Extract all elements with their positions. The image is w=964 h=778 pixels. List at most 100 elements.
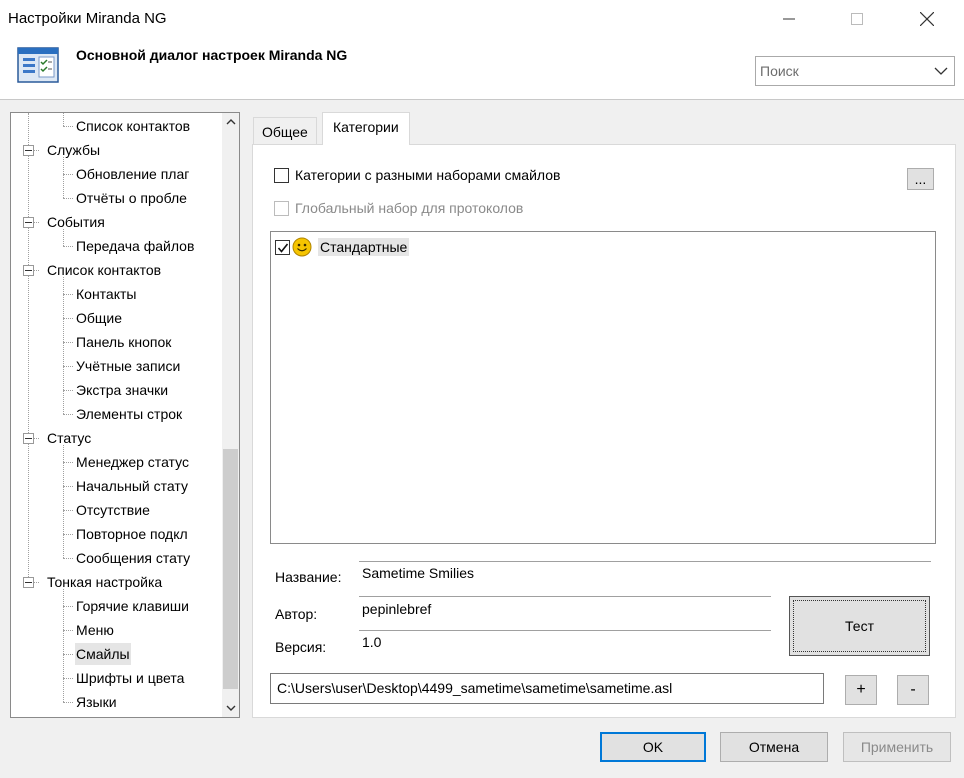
search-combobox[interactable]: [755, 56, 955, 86]
diff-sets-label: Категории с разными наборами смайлов: [295, 167, 561, 183]
tree-item-label: Панель кнопок: [76, 334, 172, 350]
list-item[interactable]: Стандартные: [275, 236, 410, 258]
window-title: Настройки Miranda NG: [8, 10, 167, 27]
tree-item-label: Менеджер статус: [76, 454, 189, 470]
tree-item-label: Список контактов: [76, 118, 191, 134]
tree-branch-line: [63, 445, 64, 558]
options-tree[interactable]: Список контактов Службы Обновление плаг Отч…: [10, 112, 240, 718]
minimize-button[interactable]: [766, 0, 812, 38]
collapse-icon[interactable]: [23, 577, 34, 588]
list-item-label: Стандартные: [318, 238, 410, 256]
version-label: Версия:: [275, 639, 327, 655]
tree-item-label: Сообщения стату: [76, 550, 191, 566]
name-field[interactable]: Sametime Smilies: [359, 561, 931, 585]
tab-categories[interactable]: Категории: [322, 112, 410, 145]
tree-branch-line: [63, 277, 64, 414]
tree-connector: [63, 366, 73, 367]
tree-connector: [63, 318, 73, 319]
collapse-icon[interactable]: [23, 145, 34, 156]
tree-item-label: Языки: [76, 694, 117, 710]
tree-item-label: Начальный стату: [76, 478, 188, 494]
scroll-thumb[interactable]: [223, 449, 238, 689]
tree-connector: [34, 438, 39, 439]
more-button[interactable]: ...: [907, 168, 934, 190]
tree-item-label: Шрифты и цвета: [76, 670, 185, 686]
tree-scrollbar[interactable]: [222, 113, 239, 717]
tree-connector: [63, 414, 73, 415]
tree-connector: [63, 702, 73, 703]
tree-connector: [63, 126, 73, 127]
tree-connector: [34, 270, 39, 271]
tree-branch-line: [63, 157, 64, 198]
author-label: Автор:: [275, 606, 318, 622]
tree-connector: [63, 630, 73, 631]
tree-connector: [63, 246, 73, 247]
tree-item-label: Учётные записи: [76, 358, 181, 374]
tree-connector: [63, 342, 73, 343]
tree-connector: [63, 678, 73, 679]
tree-item-label: Службы: [47, 142, 101, 158]
tree-item-label: Общие: [76, 310, 123, 326]
name-value: Sametime Smilies: [362, 565, 475, 581]
tree-connector: [34, 582, 39, 583]
tree-branch-line: [63, 229, 64, 246]
tree-item-label: Контакты: [76, 286, 137, 302]
tree-connector: [63, 486, 73, 487]
chevron-down-icon: [226, 705, 235, 711]
name-label: Название:: [275, 569, 342, 585]
cancel-button[interactable]: Отмена: [720, 732, 828, 762]
tree-item-label: Смайлы: [75, 643, 131, 665]
tree-connector: [63, 462, 73, 463]
tree-connector: [63, 606, 73, 607]
smiley-category-list[interactable]: Стандартные: [270, 231, 936, 544]
tree-connector: [63, 654, 73, 655]
options-dialog-icon: [16, 44, 60, 84]
tree-connector: [63, 174, 73, 175]
tree-item-label: Горячие клавиши: [76, 598, 189, 614]
tree-item-label: События: [47, 214, 105, 230]
tree-item-label: Обновление плаг: [76, 166, 190, 182]
collapse-icon[interactable]: [23, 217, 34, 228]
tree-item-label: Передача файлов: [76, 238, 195, 254]
checkmark-icon: [277, 243, 289, 253]
search-input[interactable]: [760, 61, 920, 81]
minimize-icon: [783, 18, 795, 20]
tree-trunk-line: [28, 113, 29, 583]
maximize-button[interactable]: [834, 0, 880, 38]
collapse-icon[interactable]: [23, 265, 34, 276]
diff-sets-checkbox[interactable]: [274, 168, 289, 183]
tree-connector: [63, 534, 73, 535]
chevron-down-icon[interactable]: [934, 65, 948, 77]
smiley-icon: [292, 237, 312, 257]
scroll-down-button[interactable]: [222, 699, 239, 716]
scroll-up-button[interactable]: [222, 113, 239, 130]
add-button[interactable]: +: [845, 675, 877, 705]
tree-connector: [34, 150, 39, 151]
remove-button[interactable]: -: [897, 675, 929, 705]
tree-item-label: Отсутствие: [76, 502, 150, 518]
tree-connector: [63, 390, 73, 391]
version-value: 1.0: [362, 634, 382, 650]
tree-connector: [63, 294, 73, 295]
tree-connector: [63, 558, 73, 559]
list-item-checkbox[interactable]: [275, 239, 290, 255]
tree-item-label: Меню: [76, 622, 114, 638]
collapse-icon[interactable]: [23, 433, 34, 444]
test-button[interactable]: Тест: [789, 596, 930, 656]
tab-general[interactable]: Общее: [253, 117, 317, 144]
global-set-checkbox: [274, 201, 289, 216]
tree-connector: [63, 198, 73, 199]
tree-branch-line: [63, 113, 64, 126]
chevron-up-icon: [226, 118, 235, 124]
author-value: pepinlebref: [362, 601, 432, 617]
tree-item-label: Статус: [47, 430, 92, 446]
smiley-pack-path[interactable]: C:\Users\user\Desktop\4499_sametime\same…: [270, 673, 824, 704]
dialog-header-title: Основной диалог настроек Miranda NG: [76, 47, 348, 63]
close-button[interactable]: [904, 0, 950, 38]
tree-item-label: Элементы строк: [76, 406, 183, 422]
close-icon: [920, 12, 934, 26]
maximize-icon: [851, 13, 863, 25]
ok-button[interactable]: OK: [600, 732, 706, 762]
version-field[interactable]: 1.0: [359, 630, 771, 660]
author-field[interactable]: pepinlebref: [359, 596, 771, 630]
